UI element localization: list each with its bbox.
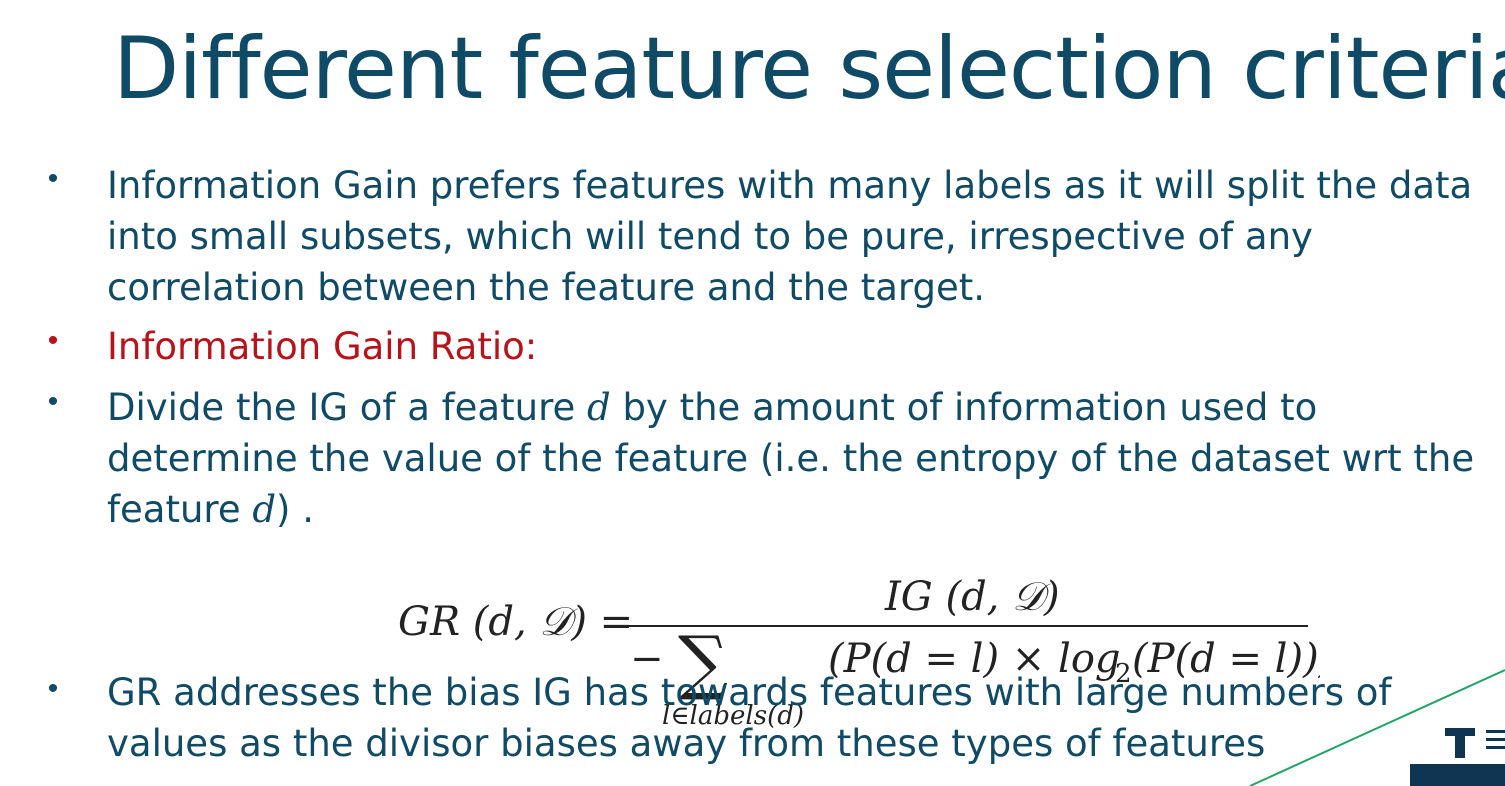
bullet-marker: •	[47, 162, 59, 195]
math-variable: d	[252, 488, 277, 531]
bullet-text-4: GR addresses the bias IG has towards fea…	[107, 671, 1392, 765]
math-variable: d	[587, 386, 611, 429]
bullet-marker: •	[47, 672, 59, 705]
bullet-text-3: Divide the IG of a feature d by the amou…	[107, 382, 1502, 535]
bullet-3-part: ) .	[276, 488, 315, 531]
bullet-text-1: Information Gain prefers features with m…	[107, 164, 1473, 309]
bullet-text-2: Information Gain Ratio:	[107, 325, 538, 368]
formula-numerator: IG (d, 𝒟)	[884, 574, 1060, 620]
bullet-marker: •	[47, 385, 59, 418]
formula-lhs: GR (d, 𝒟) =	[398, 599, 633, 645]
slide-title: Different feature selection criteria	[113, 19, 1505, 119]
bullet-marker-red: •	[47, 324, 59, 357]
university-logo-mark	[1410, 728, 1505, 786]
bullet-3-part: Divide the IG of a feature	[107, 386, 587, 429]
